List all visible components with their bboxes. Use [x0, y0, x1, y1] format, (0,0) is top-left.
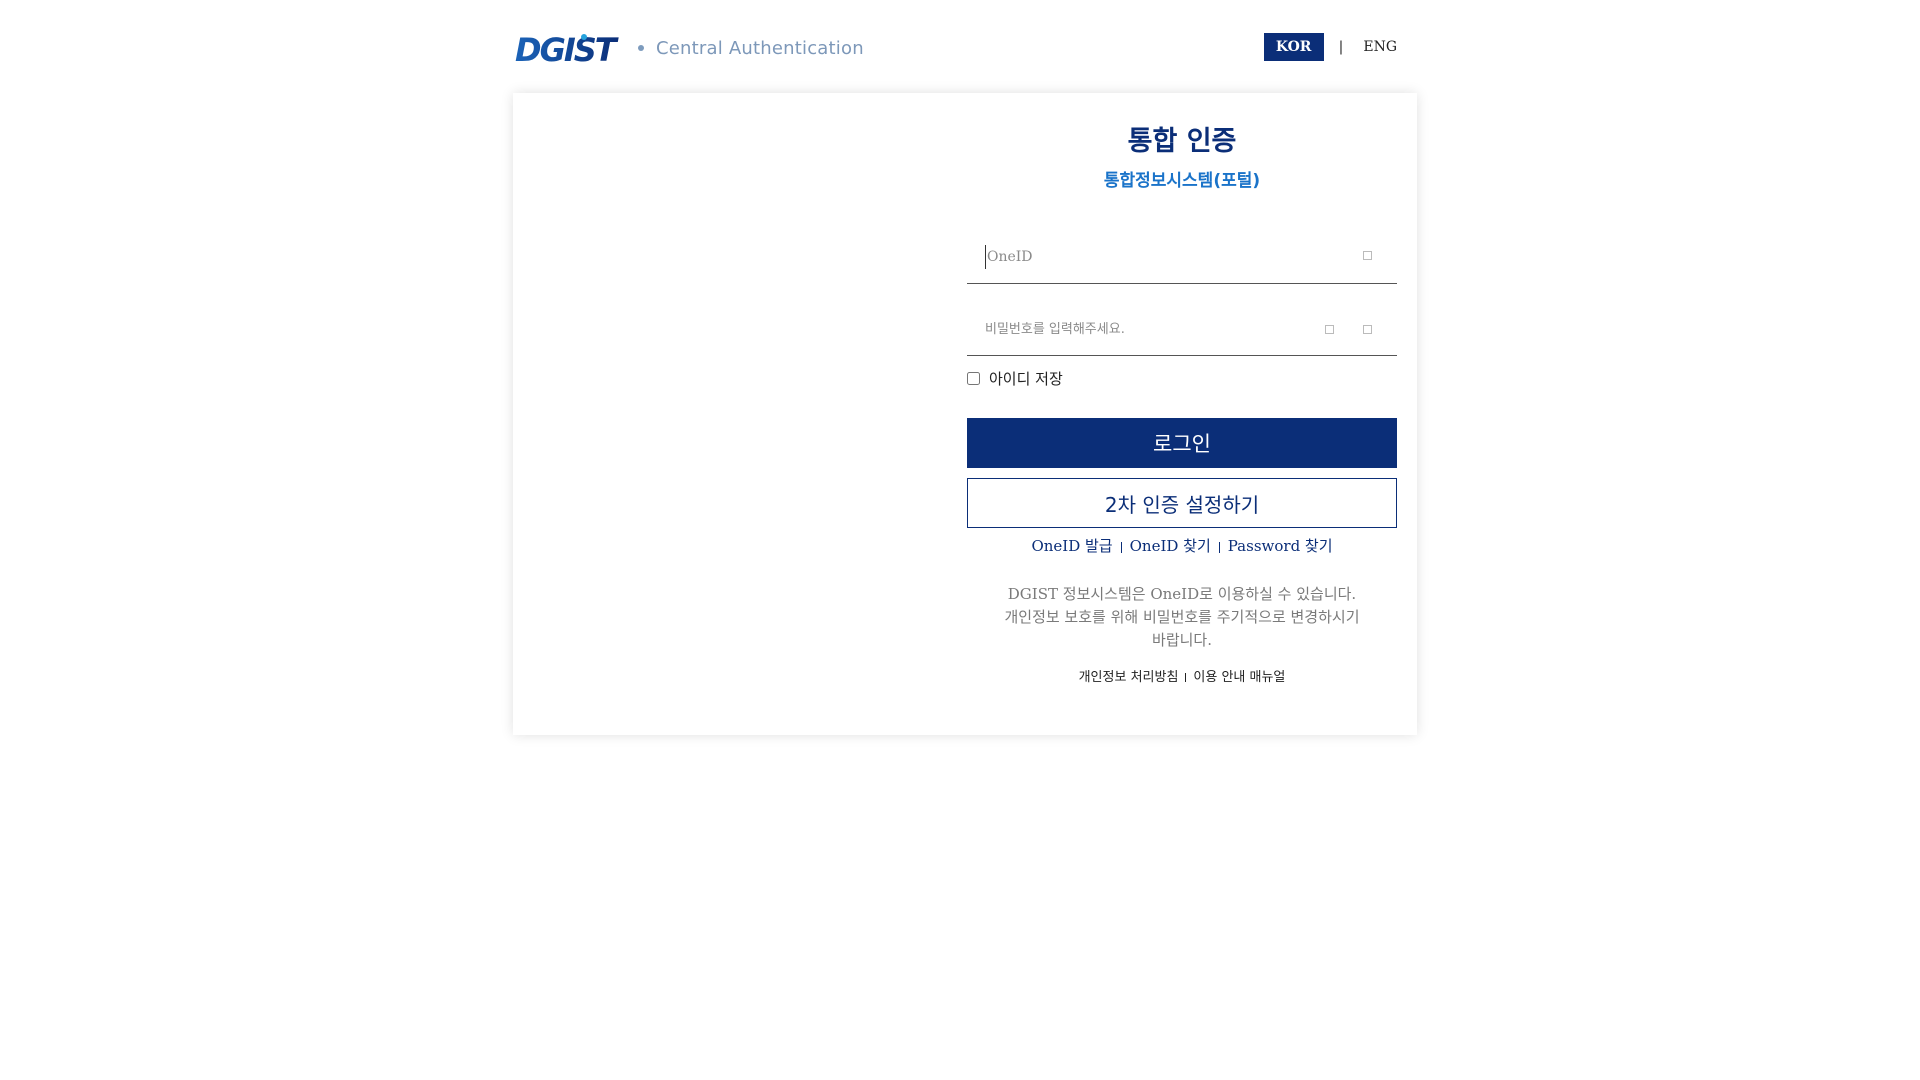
remember-id-checkbox[interactable]	[967, 371, 980, 385]
oneid-find-link[interactable]: OneID 찾기	[1130, 537, 1211, 555]
login-panel: 통합 인증 통합정보시스템(포털) 아이디 저장 로그인 2차 인증 설정하기 …	[967, 93, 1397, 735]
login-card: 통합 인증 통합정보시스템(포털) 아이디 저장 로그인 2차 인증 설정하기 …	[513, 93, 1417, 735]
oneid-issue-link[interactable]: OneID 발급	[1031, 537, 1112, 555]
lang-separator: |	[1338, 39, 1344, 55]
notice-line: 바랍니다.	[1152, 631, 1212, 649]
link-separator	[1218, 541, 1220, 553]
link-separator	[1120, 541, 1122, 553]
clear-icon[interactable]	[1363, 325, 1372, 334]
remember-id-row: 아이디 저장	[967, 368, 1063, 388]
login-subtitle: 통합정보시스템(포털)	[1103, 171, 1261, 191]
notice-line: 개인정보 보호를 위해 비밀번호를 주기적으로 변경하시기	[1004, 608, 1360, 626]
logo-separator-dot	[638, 45, 644, 51]
remember-id-label[interactable]: 아이디 저장	[989, 368, 1063, 389]
user-manual-link[interactable]: 이용 안내 매뉴얼	[1193, 670, 1285, 685]
dgist-logo: DGIST	[515, 31, 621, 66]
mfa-setup-button[interactable]: 2차 인증 설정하기	[967, 478, 1397, 528]
notice-text: DGIST 정보시스템은 OneID로 이용하실 수 있습니다. 개인정보 보호…	[967, 583, 1397, 652]
footer-links: 개인정보 처리방침 이용 안내 매뉴얼	[967, 666, 1397, 685]
privacy-policy-link[interactable]: 개인정보 처리방침	[1079, 670, 1179, 685]
svg-text:DGIST: DGIST	[515, 31, 619, 66]
password-field	[967, 303, 1397, 356]
app-subtitle: Central Authentication	[656, 37, 864, 59]
lang-eng-button[interactable]: ENG	[1363, 39, 1397, 55]
login-title: 통합 인증	[1127, 126, 1237, 157]
clear-icon[interactable]	[1363, 251, 1372, 260]
password-input[interactable]	[985, 317, 1305, 341]
language-switch: KOR | ENG	[1263, 33, 1413, 61]
eye-icon[interactable]	[1325, 325, 1334, 334]
logo-area: DGIST Central Authentication	[513, 30, 864, 66]
oneid-input[interactable]	[985, 245, 1307, 269]
id-field	[967, 231, 1397, 284]
page: DGIST Central Authentication KOR | ENG 통…	[0, 0, 1920, 1080]
header: DGIST Central Authentication KOR | ENG	[513, 26, 1413, 72]
link-separator	[1185, 673, 1187, 682]
lang-kor-button[interactable]: KOR	[1263, 33, 1324, 61]
account-links: OneID 발급 OneID 찾기 Password 찾기	[967, 535, 1397, 556]
login-button[interactable]: 로그인	[967, 418, 1397, 468]
password-find-link[interactable]: Password 찾기	[1228, 537, 1333, 555]
notice-line: DGIST 정보시스템은 OneID로 이용하실 수 있습니다.	[1007, 585, 1357, 603]
